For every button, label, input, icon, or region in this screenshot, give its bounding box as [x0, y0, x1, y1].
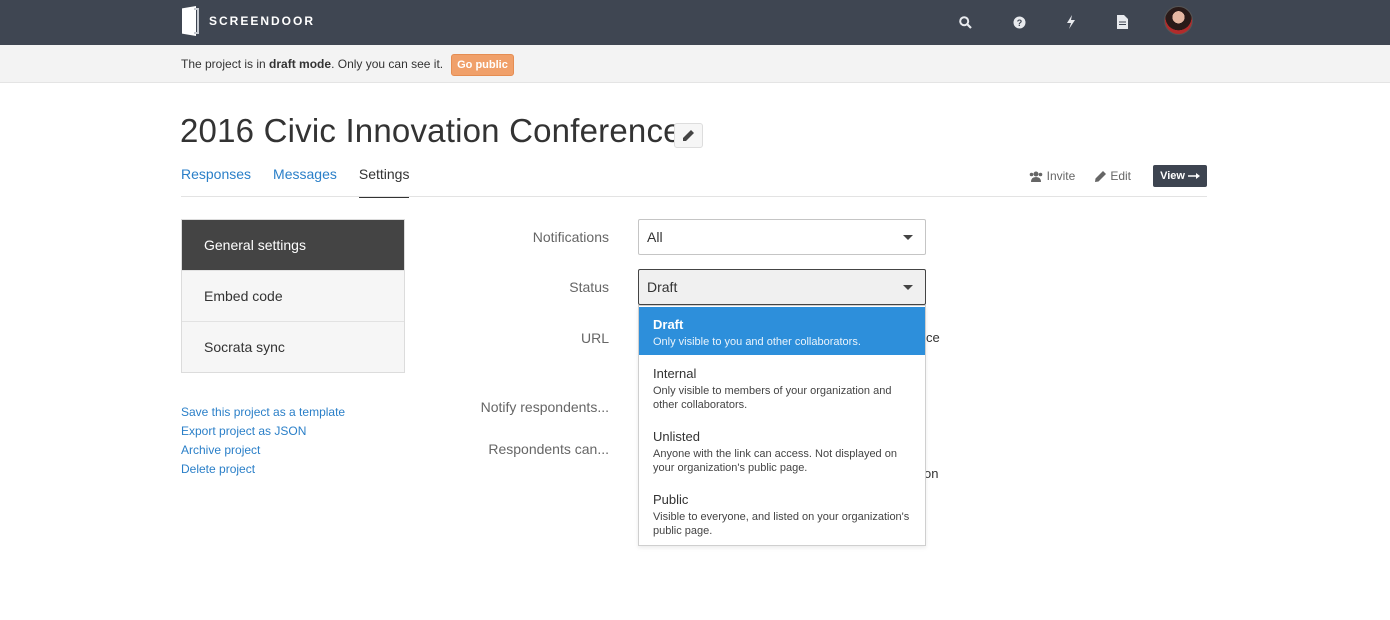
top-navbar: SCREENDOOR ?	[0, 0, 1390, 45]
screendoor-logo[interactable]: SCREENDOOR	[182, 6, 315, 36]
archive-project-link[interactable]: Archive project	[181, 441, 345, 460]
brand-name: SCREENDOOR	[209, 14, 316, 28]
tab-settings[interactable]: Settings	[358, 166, 410, 198]
status-option-draft[interactable]: Draft Only visible to you and other coll…	[639, 307, 925, 355]
svg-text:?: ?	[1016, 18, 1022, 28]
pencil-icon	[683, 130, 694, 141]
delete-project-link[interactable]: Delete project	[181, 460, 345, 479]
notifications-label: Notifications	[532, 229, 609, 245]
menu-item-embed-code[interactable]: Embed code	[182, 270, 404, 321]
pencil-icon	[1095, 170, 1107, 182]
arrow-right-icon	[1187, 173, 1200, 179]
help-icon[interactable]: ?	[1009, 12, 1029, 32]
notifications-value: All	[647, 229, 663, 245]
status-value: Draft	[647, 279, 678, 295]
invite-link[interactable]: Invite	[1029, 169, 1075, 183]
header-actions: Invite Edit View	[1009, 165, 1207, 187]
respondents-can-label: Respondents can...	[488, 441, 609, 457]
caret-down-icon	[903, 235, 913, 240]
tab-messages[interactable]: Messages	[273, 166, 337, 198]
edit-title-button[interactable]	[674, 123, 703, 148]
tabs-divider	[181, 196, 1207, 197]
status-select[interactable]: Draft	[638, 269, 926, 305]
project-tabs: Responses Messages Settings	[181, 166, 431, 198]
go-public-button[interactable]: Go public	[451, 54, 514, 76]
users-icon	[1029, 171, 1042, 182]
url-value-partial: ce	[926, 330, 940, 345]
view-button[interactable]: View	[1153, 165, 1207, 187]
notify-respondents-label: Notify respondents...	[480, 399, 609, 415]
status-option-unlisted[interactable]: Unlisted Anyone with the link can access…	[639, 429, 925, 475]
search-icon[interactable]	[955, 12, 975, 32]
settings-menu: General settings Embed code Socrata sync	[181, 219, 405, 373]
bolt-icon[interactable]	[1061, 12, 1081, 32]
menu-item-socrata-sync[interactable]: Socrata sync	[182, 321, 404, 372]
draft-mode-banner: The project is in draft mode. Only you c…	[0, 45, 1390, 83]
export-json-link[interactable]: Export project as JSON	[181, 422, 345, 441]
url-label: URL	[580, 330, 609, 346]
user-avatar[interactable]	[1164, 6, 1193, 35]
project-title: 2016 Civic Innovation Conference	[180, 112, 682, 149]
status-option-public[interactable]: Public Visible to everyone, and listed o…	[639, 492, 925, 538]
caret-down-icon	[903, 285, 913, 290]
draft-mode-message: The project is in draft mode. Only you c…	[181, 57, 444, 71]
document-icon[interactable]	[1112, 12, 1132, 32]
status-label: Status	[569, 279, 609, 295]
respondents-value-partial: on	[924, 466, 939, 481]
notifications-select[interactable]: All	[638, 219, 926, 255]
save-as-template-link[interactable]: Save this project as a template	[181, 403, 345, 422]
status-option-internal[interactable]: Internal Only visible to members of your…	[639, 366, 925, 412]
project-actions: Save this project as a template Export p…	[181, 403, 345, 479]
status-dropdown-menu: Draft Only visible to you and other coll…	[638, 305, 926, 546]
menu-item-general-settings[interactable]: General settings	[182, 220, 404, 270]
tab-responses[interactable]: Responses	[181, 166, 251, 198]
door-logo-icon	[182, 6, 200, 36]
edit-link[interactable]: Edit	[1095, 169, 1131, 183]
